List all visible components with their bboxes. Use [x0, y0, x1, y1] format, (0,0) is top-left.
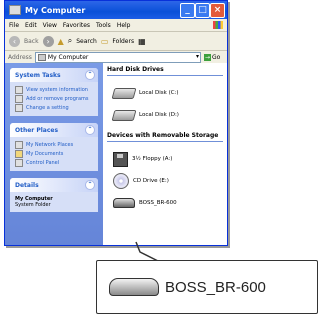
menu-view[interactable]: View	[43, 22, 57, 29]
device-callout: BOSS_BR-600	[96, 260, 318, 314]
search-button[interactable]: Search	[76, 38, 97, 45]
windows-logo-icon	[213, 21, 223, 29]
window-title: My Computer	[25, 5, 86, 15]
details-title: Details	[15, 181, 39, 189]
hard-disk-group-header: Hard Disk Drives	[107, 66, 223, 76]
documents-folder-icon	[15, 149, 23, 158]
drive-label: CD Drive (E:)	[133, 178, 169, 184]
address-input[interactable]: My Computer ▾	[34, 52, 201, 63]
drive-label: Local Disk (D:)	[139, 112, 179, 118]
place-documents[interactable]: My Documents	[15, 149, 94, 158]
collapse-chevron-icon[interactable]: ⌃	[85, 180, 95, 190]
drive-item[interactable]: Local Disk (C:)	[111, 82, 223, 104]
go-label: Go	[212, 54, 221, 61]
maximize-button[interactable]: □	[195, 3, 210, 18]
address-computer-icon	[37, 54, 46, 61]
drive-item[interactable]: CD Drive (E:)	[113, 170, 223, 192]
control-panel-icon	[15, 158, 23, 167]
menu-help[interactable]: Help	[117, 22, 131, 29]
computer-icon	[9, 5, 21, 15]
usb-drive-icon	[113, 198, 135, 208]
callout-label: BOSS_BR-600	[165, 278, 266, 296]
place-label: My Documents	[26, 150, 64, 157]
task-label: Add or remove programs	[26, 95, 89, 102]
content-area: System Tasks ⌃ View system information A…	[5, 63, 227, 245]
drive-item[interactable]: 3½ Floppy (A:)	[113, 148, 223, 170]
drive-item[interactable]: BOSS_BR-600	[113, 192, 223, 214]
collapse-chevron-icon[interactable]: ⌃	[85, 125, 95, 135]
place-network[interactable]: My Network Places	[15, 140, 94, 149]
chevron-down-icon[interactable]: ▾	[196, 53, 199, 60]
menu-file[interactable]: File	[9, 22, 19, 29]
details-header[interactable]: Details ⌃	[10, 178, 98, 192]
cd-drive-icon	[113, 173, 129, 189]
back-button-label[interactable]: Back	[24, 38, 39, 45]
go-arrow-icon: →	[204, 54, 211, 61]
other-places-panel: Other Places ⌃ My Network Places My Docu…	[10, 123, 98, 171]
drive-label: Local Disk (C:)	[139, 90, 179, 96]
folders-icon[interactable]: ▭	[101, 37, 109, 46]
menu-favorites[interactable]: Favorites	[63, 22, 90, 29]
drive-label: 3½ Floppy (A:)	[132, 156, 173, 162]
place-label: Control Panel	[26, 159, 60, 166]
other-places-header[interactable]: Other Places ⌃	[10, 123, 98, 137]
network-places-icon	[15, 140, 23, 149]
details-panel: Details ⌃ My Computer System Folder	[10, 178, 98, 212]
drive-label: BOSS_BR-600	[139, 200, 177, 206]
removable-group-header: Devices with Removable Storage	[107, 132, 223, 142]
system-tasks-panel: System Tasks ⌃ View system information A…	[10, 68, 98, 116]
control-panel-icon	[15, 103, 23, 112]
details-type: System Folder	[15, 202, 51, 208]
floppy-disk-icon	[113, 151, 128, 167]
task-label: Change a setting	[26, 104, 69, 111]
system-tasks-header[interactable]: System Tasks ⌃	[10, 68, 98, 82]
hard-disk-icon	[111, 109, 137, 121]
task-change-setting[interactable]: Change a setting	[15, 103, 94, 112]
task-add-remove-programs[interactable]: Add or remove programs	[15, 94, 94, 103]
up-folder-icon[interactable]: ▲	[58, 37, 64, 46]
task-pane: System Tasks ⌃ View system information A…	[5, 63, 103, 245]
address-value: My Computer	[47, 54, 89, 61]
search-icon[interactable]: ⌕	[68, 36, 72, 46]
collapse-chevron-icon[interactable]: ⌃	[85, 70, 95, 80]
usb-drive-icon	[109, 278, 159, 296]
place-label: My Network Places	[26, 141, 74, 148]
folders-button[interactable]: Folders	[112, 38, 134, 45]
go-button[interactable]: → Go	[204, 54, 224, 61]
menu-bar: File Edit View Favorites Tools Help	[5, 19, 227, 32]
toolbar: ‹ Back › ▲ ⌕ Search ▭ Folders ▦	[5, 32, 227, 51]
drives-view: Hard Disk Drives Local Disk (C:) Local D…	[103, 63, 227, 245]
minimize-button[interactable]: _	[180, 3, 195, 18]
address-label: Address	[8, 54, 32, 61]
task-view-system-info[interactable]: View system information	[15, 85, 94, 94]
add-remove-icon	[15, 94, 23, 103]
hard-disk-icon	[111, 87, 137, 99]
task-label: View system information	[26, 86, 88, 93]
my-computer-window: My Computer _ □ × File Edit View Favorit…	[4, 0, 228, 246]
other-places-title: Other Places	[15, 126, 59, 134]
menu-edit[interactable]: Edit	[25, 22, 37, 29]
views-icon[interactable]: ▦	[138, 37, 146, 46]
system-info-icon	[15, 85, 23, 94]
close-button[interactable]: ×	[210, 3, 225, 18]
title-bar[interactable]: My Computer _ □ ×	[5, 1, 227, 19]
drive-item[interactable]: Local Disk (D:)	[111, 104, 223, 126]
forward-arrow-icon[interactable]: ›	[42, 35, 54, 47]
back-arrow-icon[interactable]: ‹	[9, 35, 20, 47]
menu-tools[interactable]: Tools	[96, 22, 111, 29]
system-tasks-title: System Tasks	[15, 71, 61, 79]
place-control-panel[interactable]: Control Panel	[15, 158, 94, 167]
